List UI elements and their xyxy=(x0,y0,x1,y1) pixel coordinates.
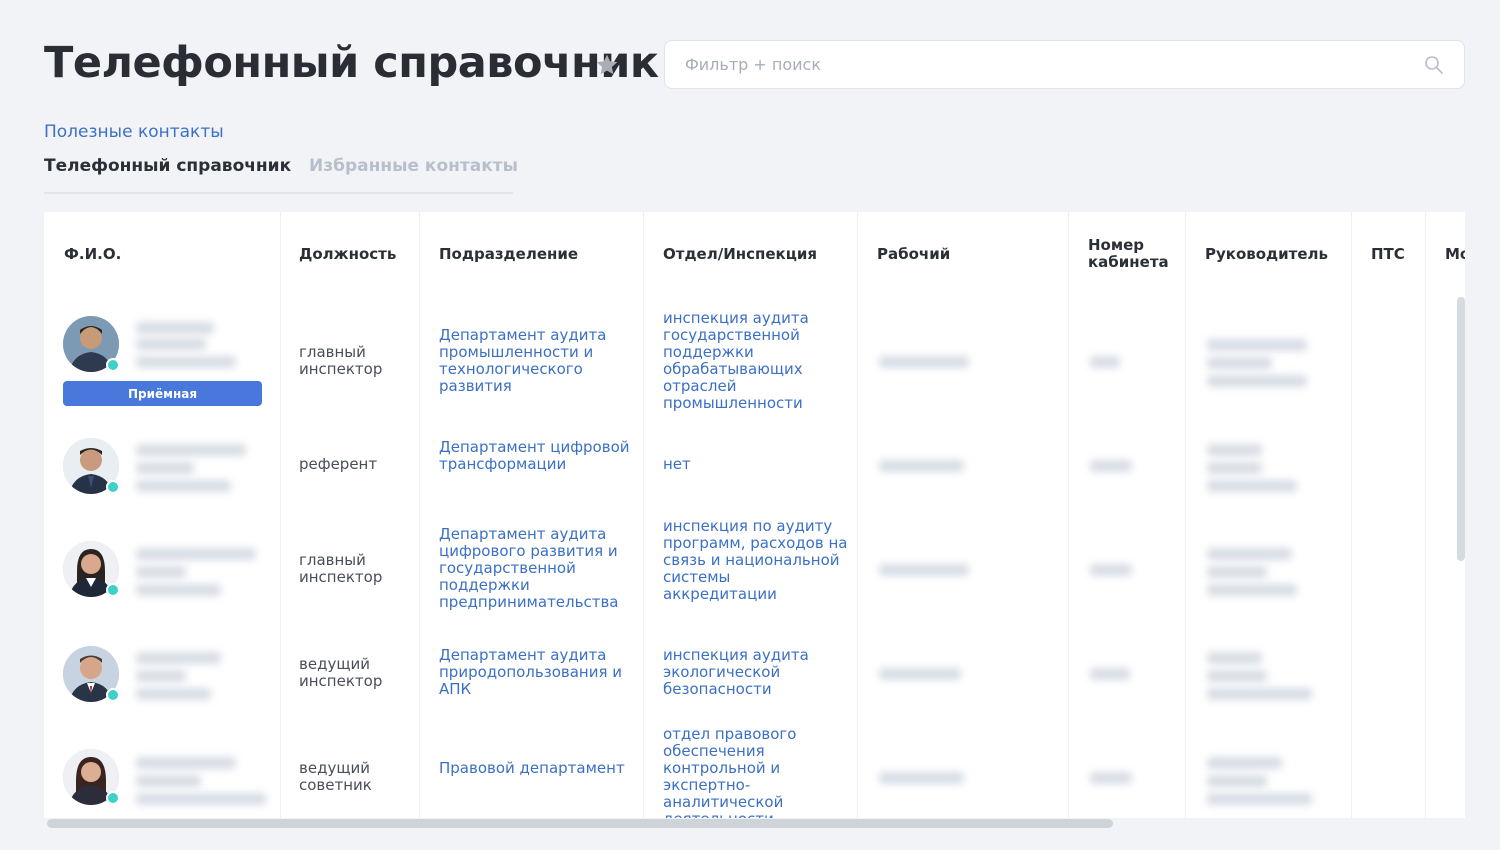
search-box[interactable] xyxy=(664,40,1465,89)
cell-division[interactable]: Департамент аудита цифрового развития и … xyxy=(439,526,634,611)
redacted-name xyxy=(136,566,186,578)
redacted-manager xyxy=(1207,339,1307,351)
column-divider xyxy=(1351,212,1352,818)
online-status-dot xyxy=(106,480,120,494)
column-divider xyxy=(280,212,281,818)
horizontal-scrollbar[interactable] xyxy=(47,819,1113,828)
header-fio[interactable]: Ф.И.О. xyxy=(64,212,121,296)
redacted-manager xyxy=(1207,548,1292,560)
redacted-manager xyxy=(1207,584,1297,596)
header-work-phone[interactable]: Рабочий xyxy=(877,212,950,296)
redacted-name xyxy=(136,356,236,368)
online-status-dot xyxy=(106,583,120,597)
redacted-manager xyxy=(1207,480,1297,492)
redacted-manager xyxy=(1207,670,1267,682)
star-icon[interactable] xyxy=(594,52,620,78)
online-status-dot xyxy=(106,791,120,805)
redacted-manager xyxy=(1207,462,1262,474)
header-room-line2: кабинета xyxy=(1088,253,1169,271)
redacted-manager xyxy=(1207,566,1267,578)
cell-position: главный инспектор xyxy=(299,343,383,378)
redacted-manager xyxy=(1207,652,1262,664)
cell-department: отдел правового обеспечения контрольной … xyxy=(663,725,797,819)
cell-division[interactable]: Правовой департамент xyxy=(439,760,634,777)
redacted-manager xyxy=(1207,375,1307,387)
cell-division[interactable]: Департамент цифровой трансформации xyxy=(439,439,634,473)
column-divider xyxy=(643,212,644,818)
column-divider xyxy=(1068,212,1069,818)
tabs-underline xyxy=(44,192,513,194)
column-divider xyxy=(857,212,858,818)
cell-department: инспекция по аудиту программ, расходов н… xyxy=(663,517,848,603)
cell-position: ведущий инспектор xyxy=(299,655,383,690)
header-manager[interactable]: Руководитель xyxy=(1205,212,1328,296)
reception-badge[interactable]: Приёмная xyxy=(63,381,262,406)
redacted-name xyxy=(136,652,221,664)
header-mobile[interactable]: Мо xyxy=(1445,212,1465,296)
cell-position: ведущий советник xyxy=(299,759,372,794)
redacted-phone xyxy=(879,356,969,368)
tab-favorite-contacts[interactable]: Избранные контакты xyxy=(309,156,518,176)
redacted-manager xyxy=(1207,793,1312,805)
redacted-name xyxy=(136,775,201,787)
redacted-room xyxy=(1090,772,1132,784)
tabs: Телефонный справочник Избранные контакты xyxy=(44,156,518,194)
useful-contacts-link[interactable]: Полезные контакты xyxy=(44,122,224,142)
header-department[interactable]: Отдел/Инспекция xyxy=(663,212,817,296)
redacted-name xyxy=(136,584,221,596)
cell-department: инспекция аудита государственной поддерж… xyxy=(663,309,809,412)
cell-position: референт xyxy=(299,455,378,473)
redacted-room xyxy=(1090,668,1130,680)
redacted-room xyxy=(1090,356,1120,368)
cell-department: инспекция аудита экологической безопасно… xyxy=(663,646,809,698)
redacted-room xyxy=(1090,564,1132,576)
redacted-name xyxy=(136,322,214,334)
redacted-manager xyxy=(1207,757,1282,769)
column-divider xyxy=(1185,212,1186,818)
redacted-room xyxy=(1090,460,1132,472)
redacted-manager xyxy=(1207,775,1267,787)
vertical-scrollbar[interactable] xyxy=(1457,297,1465,561)
redacted-name xyxy=(136,444,246,456)
redacted-manager xyxy=(1207,688,1312,700)
redacted-name xyxy=(136,670,186,682)
header-position[interactable]: Должность xyxy=(299,212,396,296)
search-input[interactable] xyxy=(665,41,1464,88)
column-divider xyxy=(1425,212,1426,818)
redacted-name xyxy=(136,462,194,474)
search-icon[interactable] xyxy=(1424,55,1444,75)
redacted-phone xyxy=(879,772,964,784)
online-status-dot xyxy=(106,358,120,372)
header-room[interactable]: Номер кабинета xyxy=(1088,212,1169,296)
column-divider xyxy=(419,212,420,818)
redacted-name xyxy=(136,688,211,700)
contacts-table: Ф.И.О. Должность Подразделение Отдел/Инс… xyxy=(44,212,1465,818)
online-status-dot xyxy=(106,688,120,702)
redacted-name xyxy=(136,757,236,769)
header-division[interactable]: Подразделение xyxy=(439,212,578,296)
redacted-phone xyxy=(879,668,961,680)
redacted-name xyxy=(136,480,231,492)
tab-phone-directory[interactable]: Телефонный справочник xyxy=(44,156,291,176)
redacted-manager xyxy=(1207,444,1262,456)
cell-department: нет xyxy=(663,455,691,473)
redacted-name xyxy=(136,338,206,350)
header-pts[interactable]: ПТС xyxy=(1371,212,1405,296)
header-room-line1: Номер xyxy=(1088,236,1145,254)
redacted-name xyxy=(136,793,266,805)
redacted-phone xyxy=(879,564,969,576)
redacted-name xyxy=(136,548,256,560)
cell-division[interactable]: Департамент аудита природопользования и … xyxy=(439,647,634,698)
page-title: Телефонный справочник xyxy=(44,38,659,88)
cell-position: главный инспектор xyxy=(299,551,383,586)
redacted-manager xyxy=(1207,357,1272,369)
cell-division[interactable]: Департамент аудита промышленности и техн… xyxy=(439,327,634,395)
redacted-phone xyxy=(879,460,964,472)
